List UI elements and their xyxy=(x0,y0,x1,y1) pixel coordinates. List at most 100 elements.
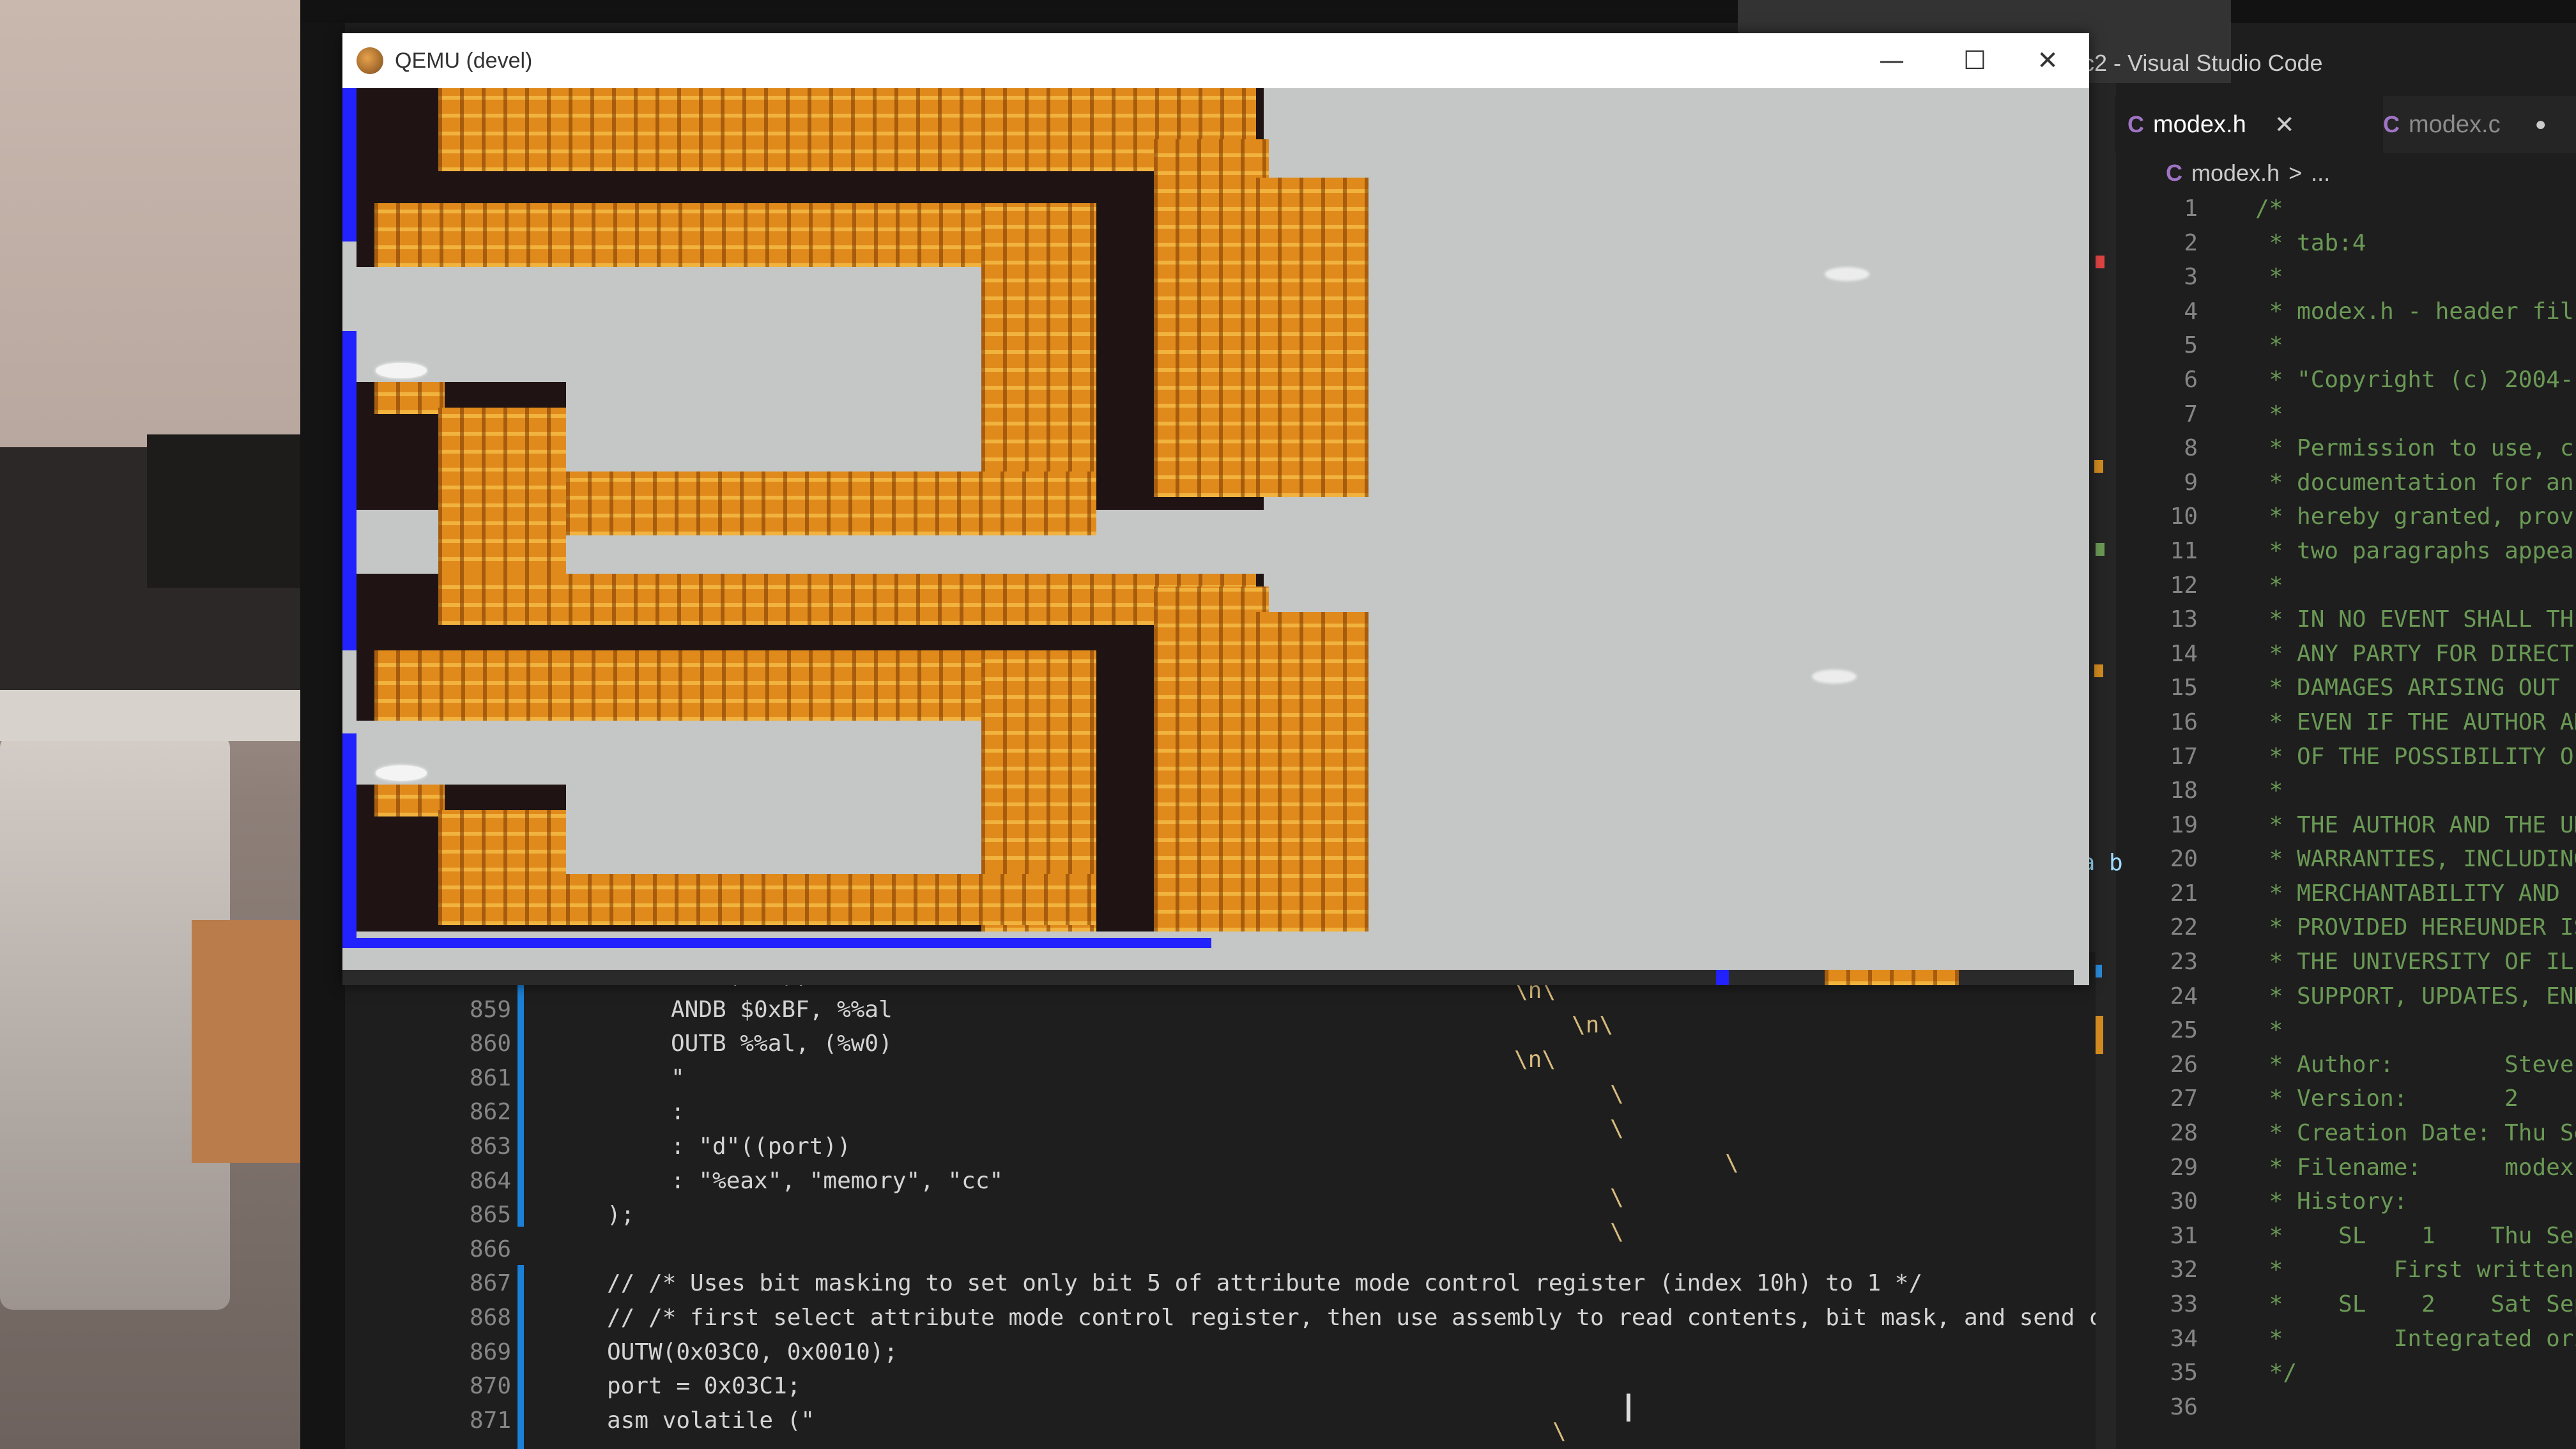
close-icon[interactable]: ✕ xyxy=(2274,111,2295,139)
code-line: ); xyxy=(607,1202,635,1229)
brick-wall xyxy=(566,471,1096,535)
line-number: 865 xyxy=(469,1202,511,1229)
minimize-button[interactable]: — xyxy=(1850,33,1933,88)
line-number: 859 xyxy=(469,996,511,1023)
line-number: 8 xyxy=(2184,435,2198,462)
code-line: * hereby granted, prov xyxy=(2255,503,2574,530)
code-line: * "Copyright (c) 2004- xyxy=(2255,366,2574,393)
maximize-button[interactable]: ☐ xyxy=(1933,33,2016,88)
tab-label: modex.h xyxy=(2153,111,2246,138)
code-line: * THE AUTHOR AND THE UN xyxy=(2255,811,2576,838)
code-line: // /* Uses bit masking to set only bit 5… xyxy=(607,1270,1923,1297)
floor xyxy=(566,382,981,471)
line-number: 868 xyxy=(469,1304,511,1331)
code-line: asm volatile (" xyxy=(607,1407,815,1434)
line-number: 3 xyxy=(2184,264,2198,291)
floor xyxy=(566,785,981,874)
code-line: * WARRANTIES, INCLUDING xyxy=(2255,846,2576,873)
unsaved-dot-icon[interactable]: ● xyxy=(2535,114,2547,135)
desk xyxy=(0,690,300,741)
qemu-titlebar[interactable]: QEMU (devel) — ☐ ✕ xyxy=(342,33,2089,88)
line-number: 1 xyxy=(2184,195,2198,222)
tab-modex-c[interactable]: C modex.c ● xyxy=(2370,96,2576,153)
c-file-icon: C xyxy=(2383,111,2400,137)
change-marker xyxy=(2096,543,2104,556)
code-line: * MERCHANTABILITY AND F xyxy=(2255,880,2576,907)
status-bar-segment xyxy=(1716,970,1729,985)
line-number: 867 xyxy=(469,1270,511,1297)
code-line: * History: xyxy=(2255,1188,2408,1215)
line-number: 24 xyxy=(2170,983,2198,1009)
qemu-window[interactable]: QEMU (devel) — ☐ ✕ xyxy=(342,33,2089,985)
vscode-title: c2 - Visual Studio Code xyxy=(2083,50,2323,76)
escape-sequence: \ xyxy=(1610,1116,1624,1142)
code-line: * OF THE POSSIBILITY OF xyxy=(2255,743,2576,770)
qemu-status-strip xyxy=(342,970,2074,985)
warning-marker xyxy=(2094,460,2103,473)
breadcrumb: C modex.h > ... xyxy=(2166,160,2330,187)
breadcrumb-rest[interactable]: ... xyxy=(2311,160,2330,187)
code-line: */ xyxy=(2255,1360,2297,1386)
close-button[interactable]: ✕ xyxy=(2006,33,2089,88)
code-line: // /* first select attribute mode contro… xyxy=(607,1304,2096,1331)
code-line: * ANY PARTY FOR DIRECT, xyxy=(2255,640,2576,667)
code-line: * xyxy=(2255,1017,2283,1044)
line-number: 26 xyxy=(2170,1051,2198,1078)
player-sprite xyxy=(376,363,427,378)
floor xyxy=(356,721,981,785)
code-area[interactable]: /* * tab:4 * * modex.h - header fil * * … xyxy=(2255,192,2576,1424)
line-number: 12 xyxy=(2170,572,2198,599)
code-line: * DAMAGES ARISING OUT xyxy=(2255,675,2560,702)
brick-wall xyxy=(1825,970,1959,985)
qemu-title: QEMU (devel) xyxy=(395,49,533,73)
line-number: 5 xyxy=(2184,332,2198,359)
status-bar-segment xyxy=(342,938,1211,948)
line-number-gutter: 8588598608618628638648658668678688698708… xyxy=(383,958,524,1438)
line-number: 17 xyxy=(2170,743,2198,770)
code-line: * SL 1 Thu Sep xyxy=(2255,1222,2576,1249)
line-number: 2 xyxy=(2184,229,2198,256)
code-area[interactable]: INb (%w0), %%al ANDB $0xBF, %%al OUTB %%… xyxy=(607,958,2096,1438)
line-number: 31 xyxy=(2170,1222,2198,1249)
escape-sequence: \ xyxy=(1552,1418,1567,1445)
code-line: * Filename: modex.h xyxy=(2255,1154,2576,1181)
line-number: 30 xyxy=(2170,1188,2198,1215)
game-screen[interactable] xyxy=(342,88,2074,970)
code-line: OUTW(0x03C0, 0x0010); xyxy=(607,1338,898,1365)
breadcrumb-file[interactable]: modex.h xyxy=(2191,160,2280,187)
code-line: * Version: 2 xyxy=(2255,1085,2518,1112)
code-line: * EVEN IF THE AUTHOR AN xyxy=(2255,709,2576,735)
brick-wall xyxy=(566,874,1096,925)
line-number-gutter: 1 2 3 4 5 6 7 8 9 10 11 12 13 14 15 16 17 18 19 20 21 22 23 24 2… xyxy=(2134,192,2211,1424)
line-number: 864 xyxy=(469,1167,511,1194)
line-number: 4 xyxy=(2184,298,2198,325)
shelf-box xyxy=(147,434,300,588)
line-number: 28 xyxy=(2170,1120,2198,1147)
monitor-bezel xyxy=(300,0,345,1449)
code-line: * THE UNIVERSITY OF ILL xyxy=(2255,949,2576,976)
code-line: * xyxy=(2255,778,2283,804)
line-number: 861 xyxy=(469,1064,511,1091)
line-number: 35 xyxy=(2170,1360,2198,1386)
code-line: ANDB $0xBF, %%al xyxy=(671,996,893,1023)
monitor-top-bezel xyxy=(300,0,2576,23)
line-number: 20 xyxy=(2170,846,2198,873)
tab-modex-h[interactable]: C modex.h ✕ xyxy=(2115,96,2383,153)
qemu-app-icon xyxy=(356,47,383,74)
fruit-sprite xyxy=(1812,670,1857,684)
room-background xyxy=(0,0,332,1449)
code-line: * SUPPORT, UPDATES, ENH xyxy=(2255,983,2576,1009)
code-line: : "%eax", "memory", "cc" xyxy=(671,1167,1004,1194)
brick-wall xyxy=(438,810,566,925)
line-number: 27 xyxy=(2170,1085,2198,1112)
line-number: 25 xyxy=(2170,1017,2198,1044)
brick-wall xyxy=(1154,586,1269,931)
line-number: 7 xyxy=(2184,401,2198,427)
brick-wall xyxy=(374,785,445,816)
floor xyxy=(388,267,981,382)
line-number: 14 xyxy=(2170,640,2198,667)
code-line: * Integrated orig xyxy=(2255,1325,2576,1352)
line-number: 15 xyxy=(2170,675,2198,702)
